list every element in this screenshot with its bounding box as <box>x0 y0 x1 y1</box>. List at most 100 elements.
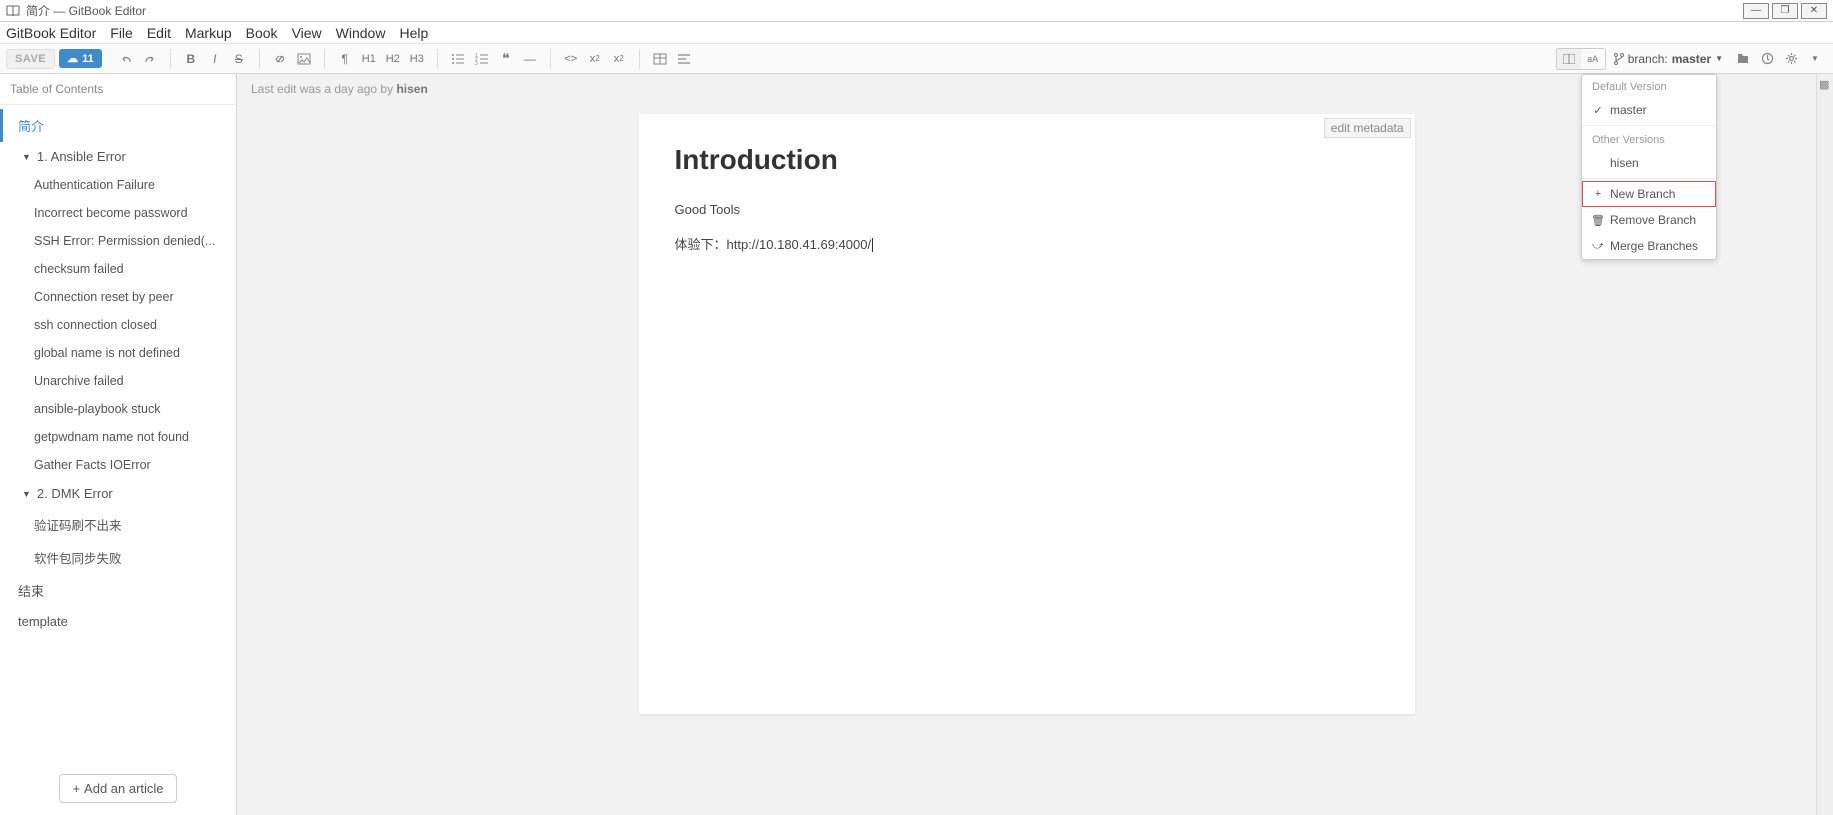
toc-item-intro[interactable]: 简介 <box>0 109 236 142</box>
dropdown-section-header: Other Versions <box>1582 128 1716 150</box>
dropdown-remove-branch[interactable]: 🗑 Remove Branch <box>1582 207 1716 233</box>
menu-help[interactable]: Help <box>399 25 428 41</box>
menu-edit[interactable]: Edit <box>147 25 171 41</box>
cloud-icon: ☁ <box>67 52 78 65</box>
ordered-list-button[interactable]: 123 <box>470 48 494 70</box>
caret-down-icon: ▼ <box>22 152 31 162</box>
align-button[interactable] <box>672 48 696 70</box>
toc-item-template[interactable]: template <box>0 607 236 636</box>
branch-name: master <box>1672 52 1711 66</box>
paragraph-button[interactable]: ¶ <box>333 48 357 70</box>
hr-button[interactable]: — <box>518 48 542 70</box>
h3-button[interactable]: H3 <box>405 48 429 70</box>
close-button[interactable]: ✕ <box>1801 3 1827 19</box>
dropdown-item-master[interactable]: ✓ master <box>1582 97 1716 123</box>
maximize-button[interactable]: ❐ <box>1772 3 1798 19</box>
image-button[interactable] <box>292 48 316 70</box>
more-button[interactable]: ▼ <box>1803 48 1827 70</box>
toc-item-end[interactable]: 结束 <box>0 574 236 607</box>
document-page[interactable]: edit metadata Introduction Good Tools 体验… <box>639 114 1415 714</box>
separator <box>550 49 551 69</box>
dropdown-item-hisen[interactable]: hisen <box>1582 150 1716 176</box>
body-text[interactable]: Good Tools <box>675 200 1379 221</box>
toc-item[interactable]: 验证码刷不出来 <box>0 508 236 541</box>
superscript-button[interactable]: x2 <box>607 48 631 70</box>
dropdown-merge-branches[interactable]: ⤻ Merge Branches <box>1582 233 1716 259</box>
toc-item[interactable]: Authentication Failure <box>0 171 236 199</box>
table-button[interactable] <box>648 48 672 70</box>
menu-view[interactable]: View <box>292 25 322 41</box>
dropdown-new-branch[interactable]: + New Branch <box>1582 181 1716 207</box>
app-name: GitBook Editor <box>6 25 96 41</box>
window-title: 简介 — GitBook Editor <box>26 2 1740 19</box>
quote-button[interactable]: ❝ <box>494 48 518 70</box>
settings-button[interactable] <box>1779 48 1803 70</box>
edit-metadata-button[interactable]: edit metadata <box>1324 118 1411 138</box>
h1-button[interactable]: H1 <box>357 48 381 70</box>
unordered-list-button[interactable] <box>446 48 470 70</box>
view-mode-toggle: aA <box>1556 48 1606 70</box>
h2-button[interactable]: H2 <box>381 48 405 70</box>
files-button[interactable] <box>1731 48 1755 70</box>
link-button[interactable] <box>268 48 292 70</box>
branch-selector[interactable]: branch: master ▼ <box>1606 49 1731 69</box>
undo-button[interactable] <box>114 48 138 70</box>
merge-icon: ⤻ <box>1592 240 1604 253</box>
view-split-button[interactable] <box>1557 49 1581 69</box>
menu-file[interactable]: File <box>110 25 133 41</box>
sync-button[interactable]: ☁ 11 <box>59 49 102 68</box>
sync-count: 11 <box>82 53 94 65</box>
subscript-button[interactable]: x2 <box>583 48 607 70</box>
code-button[interactable]: <> <box>559 48 583 70</box>
trash-icon: 🗑 <box>1592 214 1604 227</box>
body-text[interactable]: 体验下：http://10.180.41.69:4000/ <box>675 235 1379 256</box>
italic-button[interactable]: I <box>203 48 227 70</box>
branch-dropdown: Default Version ✓ master Other Versions … <box>1581 74 1717 260</box>
menubar: GitBook Editor File Edit Markup Book Vie… <box>0 22 1833 44</box>
toc-item[interactable]: ssh connection closed <box>0 311 236 339</box>
plus-icon: + <box>72 781 80 796</box>
separator <box>437 49 438 69</box>
toc-item[interactable]: SSH Error: Permission denied(... <box>0 227 236 255</box>
last-edit-status: Last edit was a day ago by hisen <box>237 74 1816 104</box>
history-button[interactable] <box>1755 48 1779 70</box>
toc-item[interactable]: Connection reset by peer <box>0 283 236 311</box>
menu-markup[interactable]: Markup <box>185 25 232 41</box>
toc-item[interactable]: Gather Facts IOError <box>0 451 236 479</box>
bold-button[interactable]: B <box>179 48 203 70</box>
minimize-button[interactable]: — <box>1743 3 1769 19</box>
menu-window[interactable]: Window <box>336 25 386 41</box>
add-article-button[interactable]: + Add an article <box>59 774 176 803</box>
separator <box>639 49 640 69</box>
toc-item-ansible-error[interactable]: ▼1. Ansible Error <box>0 142 236 171</box>
redo-button[interactable] <box>138 48 162 70</box>
separator <box>324 49 325 69</box>
toc-item-dmk-error[interactable]: ▼2. DMK Error <box>0 479 236 508</box>
toc-item[interactable]: getpwdnam name not found <box>0 423 236 451</box>
view-text-button[interactable]: aA <box>1581 49 1605 69</box>
toc-list: 简介 ▼1. Ansible Error Authentication Fail… <box>0 105 236 762</box>
toolbar: SAVE ☁ 11 B I S ¶ H1 H2 H3 123 ❝ — <> x2… <box>0 44 1833 74</box>
caret-down-icon: ▼ <box>22 489 31 499</box>
plus-icon: + <box>1592 188 1604 200</box>
branch-icon <box>1614 53 1624 65</box>
dropdown-section-header: Default Version <box>1582 75 1716 97</box>
sidebar: Table of Contents 简介 ▼1. Ansible Error A… <box>0 74 237 815</box>
toc-item[interactable]: Unarchive failed <box>0 367 236 395</box>
toc-header: Table of Contents <box>0 74 236 105</box>
save-button[interactable]: SAVE <box>6 49 55 69</box>
toc-item[interactable]: checksum failed <box>0 255 236 283</box>
toc-item[interactable]: global name is not defined <box>0 339 236 367</box>
toc-item[interactable]: 软件包同步失败 <box>0 541 236 574</box>
image-placeholder-icon: ▩ <box>1819 78 1829 91</box>
page-heading[interactable]: Introduction <box>675 144 1379 176</box>
strikethrough-button[interactable]: S <box>227 48 251 70</box>
caret-down-icon: ▼ <box>1715 54 1723 63</box>
toc-item[interactable]: ansible-playbook stuck <box>0 395 236 423</box>
editor-content: Last edit was a day ago by hisen edit me… <box>237 74 1816 815</box>
divider <box>1582 178 1716 179</box>
menu-book[interactable]: Book <box>246 25 278 41</box>
vertical-scrollbar[interactable]: ▩ <box>1816 74 1833 815</box>
separator <box>170 49 171 69</box>
toc-item[interactable]: Incorrect become password <box>0 199 236 227</box>
